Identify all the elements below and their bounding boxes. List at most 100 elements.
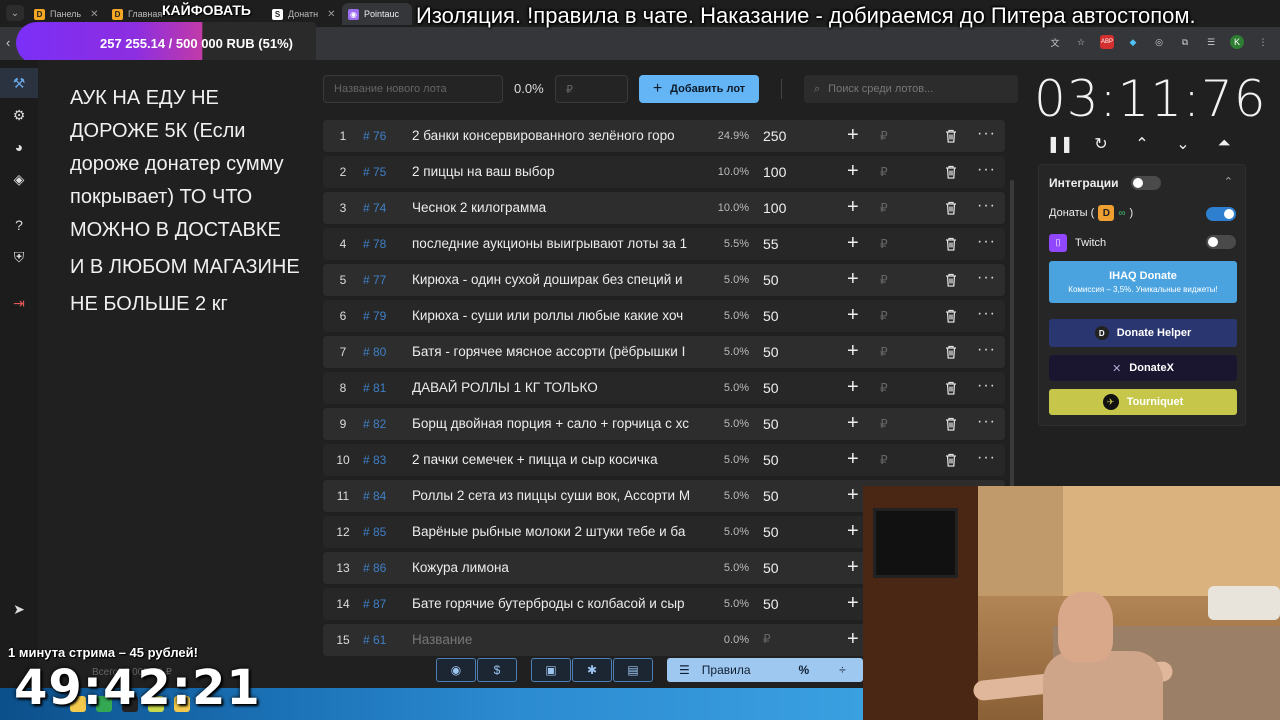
lot-amount-input[interactable]: 50: [763, 416, 779, 432]
add-amount-icon[interactable]: +: [847, 160, 859, 183]
lot-row[interactable]: 1 # 76 2 банки консервированного зелёного …: [323, 120, 1005, 152]
lot-row[interactable]: 4 # 78 последние аукционы выигрывают лоты …: [323, 228, 1005, 260]
close-tab-icon[interactable]: ✕: [327, 9, 335, 20]
back-arrow-icon[interactable]: ‹: [6, 35, 10, 50]
integrations-toggle[interactable]: [1131, 176, 1161, 190]
donate-helper-button[interactable]: D Donate Helper: [1049, 319, 1237, 347]
donatex-button[interactable]: ✕ DonateX: [1049, 355, 1237, 381]
lot-amount-input[interactable]: 50: [763, 344, 779, 360]
trash-icon[interactable]: [943, 236, 959, 252]
lot-amount-input[interactable]: 50: [763, 272, 779, 288]
lot-amount-input[interactable]: ₽: [763, 632, 771, 646]
double-chevron-up-icon[interactable]: ⏶: [1214, 134, 1234, 154]
lot-amount-input[interactable]: 50: [763, 524, 779, 540]
lot-name-input[interactable]: Борщ двойная порция + сало + горчица с х…: [412, 416, 700, 431]
translate-icon[interactable]: 文: [1048, 35, 1062, 49]
lot-amount-input[interactable]: 50: [763, 380, 779, 396]
pause-icon[interactable]: ❚❚: [1047, 134, 1074, 154]
add-amount-icon[interactable]: +: [847, 520, 859, 543]
more-options-icon[interactable]: ···: [977, 269, 996, 287]
trash-icon[interactable]: [943, 380, 959, 396]
lot-row[interactable]: 8 # 81 ДАВАЙ РОЛЛЫ 1 КГ ТОЛЬКО 5.0% 50 + ₽ ···: [323, 372, 1005, 404]
reading-list-icon[interactable]: ☰: [1204, 35, 1218, 49]
lot-name-input[interactable]: Варёные рыбные молоки 2 штуки тебе и ба: [412, 524, 700, 539]
collapse-chevron-icon[interactable]: ⌃: [1224, 175, 1233, 188]
add-amount-icon[interactable]: +: [847, 448, 859, 471]
bug-icon[interactable]: ✱: [572, 658, 612, 682]
more-options-icon[interactable]: ···: [977, 197, 996, 215]
lot-row[interactable]: 10 # 83 2 пачки семечек + пицца и сыр коси…: [323, 444, 1005, 476]
split-icon[interactable]: ÷: [839, 663, 846, 677]
lot-name-input[interactable]: 2 банки консервированного зелёного горо: [412, 128, 700, 143]
gear-icon[interactable]: ⚙: [10, 106, 28, 124]
profile-avatar[interactable]: K: [1230, 35, 1244, 49]
reset-icon[interactable]: ↻: [1091, 134, 1111, 154]
chevron-down-icon[interactable]: ⌄: [1173, 134, 1193, 154]
lot-amount-input[interactable]: 50: [763, 488, 779, 504]
tab-search-button[interactable]: ⌄: [6, 5, 24, 21]
lot-row[interactable]: 5 # 77 Кирюха - один сухой доширак без спе…: [323, 264, 1005, 296]
lot-amount-input[interactable]: 50: [763, 452, 779, 468]
lot-amount-input[interactable]: 50: [763, 308, 779, 324]
more-options-icon[interactable]: ···: [977, 161, 996, 179]
lot-name-input[interactable]: ДАВАЙ РОЛЛЫ 1 КГ ТОЛЬКО: [412, 380, 700, 395]
donations-toggle[interactable]: [1206, 207, 1236, 221]
clear-icon[interactable]: ▤: [613, 658, 653, 682]
twitch-toggle[interactable]: [1206, 235, 1236, 249]
trash-icon[interactable]: [943, 272, 959, 288]
more-options-icon[interactable]: ···: [977, 449, 996, 467]
logout-icon[interactable]: ⇥: [10, 294, 28, 312]
add-amount-icon[interactable]: +: [847, 268, 859, 291]
lot-row[interactable]: 9 # 82 Борщ двойная порция + сало + горчиц…: [323, 408, 1005, 440]
lot-name-input[interactable]: Кирюха - один сухой доширак без специй и: [412, 272, 700, 287]
help-icon[interactable]: ?: [10, 216, 28, 234]
lot-amount-input[interactable]: 100: [763, 164, 786, 180]
lot-name-input[interactable]: Кожура лимона: [412, 560, 700, 575]
add-amount-icon[interactable]: +: [847, 628, 859, 651]
lot-name-input[interactable]: Батя - горячее мясное ассорти (рёбрышки …: [412, 344, 700, 359]
github-icon[interactable]: ◉: [436, 658, 476, 682]
extension-icon[interactable]: ◎: [1152, 35, 1166, 49]
add-amount-icon[interactable]: +: [847, 340, 859, 363]
shield-icon[interactable]: ⛨: [10, 248, 28, 266]
lot-amount-input[interactable]: 100: [763, 200, 786, 216]
add-amount-icon[interactable]: +: [847, 376, 859, 399]
browser-menu-icon[interactable]: ⋮: [1256, 35, 1270, 49]
lot-row[interactable]: 7 # 80 Батя - горячее мясное ассорти (рёбр…: [323, 336, 1005, 368]
trash-icon[interactable]: [943, 344, 959, 360]
more-options-icon[interactable]: ···: [977, 341, 996, 359]
add-amount-icon[interactable]: +: [847, 556, 859, 579]
more-options-icon[interactable]: ···: [977, 233, 996, 251]
trash-icon[interactable]: [943, 452, 959, 468]
add-amount-icon[interactable]: +: [847, 484, 859, 507]
close-tab-icon[interactable]: ✕: [90, 9, 98, 20]
lot-row[interactable]: 2 # 75 2 пиццы на ваш выбор 10.0% 100 + ₽ ···: [323, 156, 1005, 188]
add-amount-icon[interactable]: +: [847, 196, 859, 219]
trash-icon[interactable]: [943, 308, 959, 324]
lot-name-input[interactable]: Чеснок 2 килограмма: [412, 200, 700, 215]
chevron-up-icon[interactable]: ⌃: [1132, 134, 1152, 154]
adblock-icon[interactable]: ABP: [1100, 35, 1114, 49]
ihaq-donate-button[interactable]: IHAQ Donate Комиссия – 3,5%. Уникальные …: [1049, 261, 1237, 303]
lot-amount-input[interactable]: 55: [763, 236, 779, 252]
add-amount-icon[interactable]: +: [847, 232, 859, 255]
lot-name-input[interactable]: последние аукционы выигрывают лоты за 1: [412, 236, 700, 251]
percent-toggle[interactable]: %: [799, 663, 810, 677]
more-options-icon[interactable]: ···: [977, 305, 996, 323]
more-options-icon[interactable]: ···: [977, 413, 996, 431]
trash-icon[interactable]: [943, 416, 959, 432]
extensions-puzzle-icon[interactable]: ⧉: [1178, 35, 1192, 49]
wheel-icon[interactable]: ◕: [10, 138, 28, 156]
lot-amount-input[interactable]: 50: [763, 596, 779, 612]
rules-button[interactable]: ☰ Правила % ÷: [667, 658, 863, 682]
telegram-icon[interactable]: ➤: [10, 600, 28, 618]
lot-name-input[interactable]: Кирюха - суши или роллы любые какие хоч: [412, 308, 700, 323]
auction-hammer-icon[interactable]: ⚒: [10, 74, 28, 92]
new-lot-amount-input[interactable]: ₽: [555, 75, 628, 103]
add-amount-icon[interactable]: +: [847, 124, 859, 147]
add-amount-icon[interactable]: +: [847, 304, 859, 327]
add-amount-icon[interactable]: +: [847, 592, 859, 615]
star-icon[interactable]: ☆: [1074, 35, 1088, 49]
browser-tab-active[interactable]: ◉ Pointauc: [342, 3, 412, 25]
add-amount-icon[interactable]: +: [847, 412, 859, 435]
